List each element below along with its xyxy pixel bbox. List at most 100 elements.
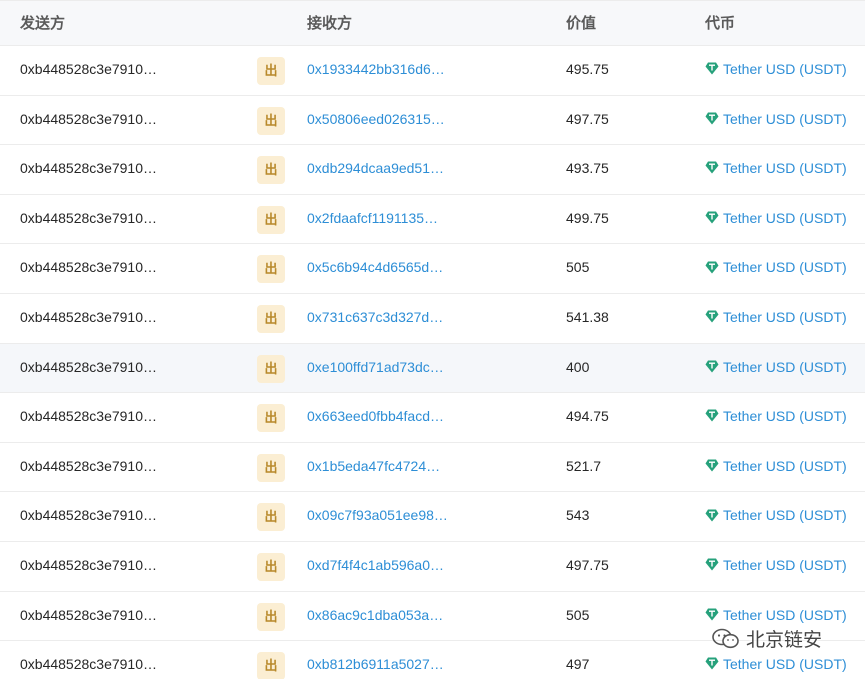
direction-badge: 出 (257, 305, 285, 333)
receiver-address-link[interactable]: 0x5c6b94c4d6565d… (307, 244, 443, 293)
token-link[interactable]: Tether USD (USDT) (705, 145, 847, 194)
token-name: Tether USD (USDT) (723, 160, 847, 177)
token-name: Tether USD (USDT) (723, 507, 847, 524)
direction-badge: 出 (257, 106, 285, 135)
token-name: Tether USD (USDT) (723, 408, 847, 425)
value: 543 (566, 507, 590, 524)
direction-badge: 出 (257, 205, 285, 234)
tether-icon (705, 310, 719, 323)
direction-badge: 出 (257, 602, 285, 631)
table-row[interactable]: 0xb448528c3e7910… 出 0x731c637c3d327d… 541.3… (0, 294, 865, 344)
value: 499.75 (566, 209, 609, 226)
value: 521.7 (566, 457, 602, 474)
receiver-address-link[interactable]: 0x731c637c3d327d… (307, 294, 443, 343)
tether-icon (705, 558, 719, 571)
table-row[interactable]: 0xb448528c3e7910… 出 0x1933442bb316d6… 495.7… (0, 46, 865, 96)
sender-address: 0xb448528c3e7910… (20, 160, 158, 177)
table-row[interactable]: 0xb448528c3e7910… 出 0xd7f4f4c1ab596a0… 497.… (0, 542, 865, 592)
token-link[interactable]: Tether USD (USDT) (705, 542, 847, 591)
token-link[interactable]: Tether USD (USDT) (705, 294, 847, 343)
token-name: Tether USD (USDT) (723, 309, 847, 325)
table-row[interactable]: 0xb448528c3e7910… 出 0x1b5eda47fc4724… 521.7… (0, 442, 865, 493)
token-name: Tether USD (USDT) (723, 606, 847, 623)
sender-address: 0xb448528c3e7910… (20, 606, 158, 623)
watermark: 北京链安 (712, 626, 822, 656)
direction-badge: 出 (257, 453, 285, 482)
direction-badge: 出 (257, 404, 285, 433)
token-name: Tether USD (USDT) (723, 557, 847, 573)
table-row[interactable]: 0xb448528c3e7910… 出 0x09c7f93a051ee98… 543 T… (0, 492, 865, 542)
token-link[interactable]: Tether USD (USDT) (705, 443, 847, 492)
receiver-address-link[interactable]: 0x663eed0fbb4facd… (307, 393, 444, 442)
tether-icon (705, 657, 719, 670)
tether-icon (705, 161, 719, 174)
header-from: 发送方 (20, 15, 66, 32)
token-link[interactable]: Tether USD (USDT) (705, 195, 847, 244)
table-row[interactable]: 0xb448528c3e7910… 出 0xe100ffd71ad73dc… 400 T… (0, 343, 865, 394)
direction-badge: 出 (257, 255, 285, 284)
direction-badge: 出 (257, 156, 285, 185)
tether-icon (705, 409, 719, 422)
receiver-address-link[interactable]: 0x1933442bb316d6… (307, 46, 445, 95)
watermark-text: 北京链安 (746, 630, 823, 651)
direction-badge: 出 (257, 652, 285, 679)
table-row[interactable]: 0xb448528c3e7910… 出 0x663eed0fbb4facd… 494.… (0, 393, 865, 443)
value: 505 (566, 259, 590, 276)
sender-address: 0xb448528c3e7910… (20, 557, 158, 573)
table-header: 发送方 接收方 价值 代币 (0, 0, 865, 46)
token-link[interactable]: Tether USD (USDT) (705, 46, 847, 95)
tether-icon (705, 608, 719, 621)
table-row[interactable]: 0xb448528c3e7910… 出 0x50806eed026315… 497.7… (0, 95, 865, 146)
table-row[interactable]: 0xb448528c3e7910… 出 0xdb294dcaa9ed51… 493.7… (0, 145, 865, 195)
receiver-address-link[interactable]: 0xb812b6911a5027… (307, 641, 444, 679)
sender-address: 0xb448528c3e7910… (20, 507, 158, 524)
direction-badge: 出 (257, 57, 285, 85)
sender-address: 0xb448528c3e7910… (20, 259, 158, 276)
tether-icon (705, 459, 719, 472)
token-link[interactable]: Tether USD (USDT) (705, 96, 847, 145)
token-name: Tether USD (USDT) (723, 457, 847, 474)
token-link[interactable]: Tether USD (USDT) (705, 244, 847, 293)
transfers-page: 发送方 接收方 价值 代币 0xb448528c3e7910… 出 0x193344… (0, 0, 865, 679)
value: 497 (566, 656, 590, 673)
value: 493.75 (566, 160, 609, 177)
tether-icon (705, 360, 719, 373)
tether-icon (705, 211, 719, 224)
direction-badge: 出 (257, 503, 285, 532)
value: 541.38 (566, 309, 609, 325)
value: 497.75 (566, 110, 609, 127)
wechat-icon (712, 628, 739, 649)
token-link[interactable]: Tether USD (USDT) (705, 344, 847, 393)
receiver-address-link[interactable]: 0xd7f4f4c1ab596a0… (307, 542, 444, 591)
sender-address: 0xb448528c3e7910… (20, 457, 158, 474)
tether-icon (705, 62, 719, 75)
value: 400 (566, 358, 590, 375)
sender-address: 0xb448528c3e7910… (20, 110, 158, 127)
receiver-address-link[interactable]: 0x50806eed026315… (307, 96, 445, 145)
table-row[interactable]: 0xb448528c3e7910… 出 0x5c6b94c4d6565d… 505 Te… (0, 244, 865, 294)
token-name: Tether USD (USDT) (723, 209, 847, 226)
header-to: 接收方 (307, 15, 353, 32)
value: 494.75 (566, 408, 609, 425)
receiver-address-link[interactable]: 0xdb294dcaa9ed51… (307, 145, 444, 194)
table-row[interactable]: 0xb448528c3e7910… 出 0x2fdaafcf1191135… 499.… (0, 194, 865, 245)
sender-address: 0xb448528c3e7910… (20, 358, 158, 375)
receiver-address-link[interactable]: 0xe100ffd71ad73dc… (307, 344, 444, 393)
direction-badge: 出 (257, 553, 285, 581)
token-name: Tether USD (USDT) (723, 358, 847, 375)
sender-address: 0xb448528c3e7910… (20, 61, 158, 77)
receiver-address-link[interactable]: 0x1b5eda47fc4724… (307, 443, 440, 492)
sender-address: 0xb448528c3e7910… (20, 209, 158, 226)
value: 505 (566, 606, 590, 623)
receiver-address-link[interactable]: 0x09c7f93a051ee98… (307, 492, 448, 541)
direction-badge: 出 (257, 354, 285, 383)
sender-address: 0xb448528c3e7910… (20, 656, 158, 673)
token-name: Tether USD (USDT) (723, 656, 847, 673)
tether-icon (705, 509, 719, 522)
header-token: 代币 (705, 15, 736, 32)
token-name: Tether USD (USDT) (723, 110, 847, 127)
receiver-address-link[interactable]: 0x2fdaafcf1191135… (307, 195, 438, 244)
receiver-address-link[interactable]: 0x86ac9c1dba053a… (307, 592, 443, 641)
token-link[interactable]: Tether USD (USDT) (705, 492, 847, 541)
token-link[interactable]: Tether USD (USDT) (705, 393, 847, 442)
